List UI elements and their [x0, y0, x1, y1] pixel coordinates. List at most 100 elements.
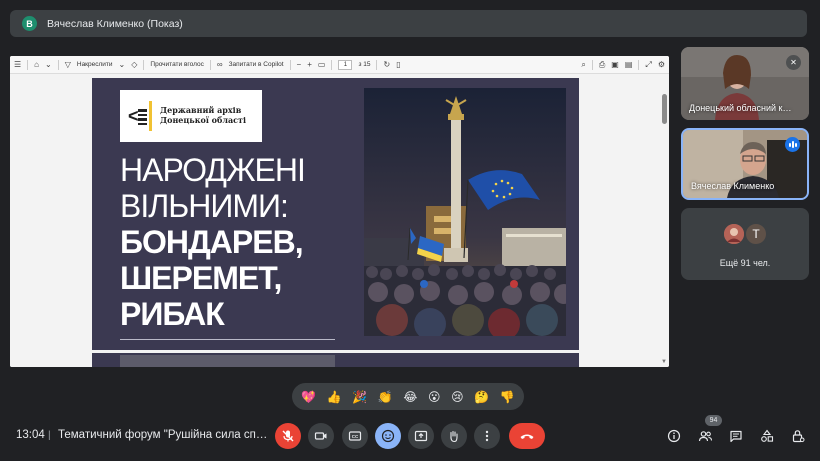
copilot-icon[interactable]: ∞ — [217, 60, 223, 69]
draw-button[interactable]: Накреслити — [77, 61, 113, 68]
toolbar-divider — [638, 59, 640, 70]
info-separator: | — [48, 430, 51, 441]
pdf-scrollbar[interactable] — [662, 94, 667, 124]
archive-logo: < Державний архів Донецької області — [120, 90, 262, 142]
zoom-out-button[interactable]: − — [297, 60, 302, 69]
highlight-icon[interactable]: ⌂ — [34, 60, 39, 69]
archive-logo-icon: < — [128, 99, 152, 133]
speaking-indicator-icon — [785, 137, 800, 152]
avatar-photo-icon — [724, 224, 744, 244]
slide-title-line: НАРОДЖЕНІ — [120, 152, 306, 188]
meeting-title[interactable]: Тематичний форум "Рушійна сила спрот… — [58, 429, 268, 441]
mic-off-icon — [282, 430, 294, 442]
logo-line-2: Донецької області — [160, 115, 247, 125]
slide-divider — [120, 339, 335, 340]
more-participants-label: Ещё 91 чел. — [719, 258, 771, 268]
toolbar-divider — [27, 59, 29, 70]
host-controls-button[interactable] — [789, 427, 807, 445]
captions-button[interactable]: CC — [342, 423, 368, 449]
info-icon — [667, 429, 681, 443]
archive-logo-text: Державний архів Донецької області — [160, 106, 246, 125]
slide-title-line: БОНДАРЕВ, — [120, 224, 304, 260]
toolbar-divider — [331, 59, 333, 70]
draw-icon[interactable]: ▽ — [65, 60, 71, 69]
reactions-bar: 💖 👍 🎉 👏 😂 😮 😢 🤔 👎 — [292, 383, 524, 410]
activities-button[interactable] — [758, 427, 776, 445]
pdf-page-next — [92, 353, 579, 367]
more-options-button[interactable] — [474, 423, 500, 449]
scroll-down-icon[interactable]: ▼ — [661, 359, 667, 365]
reaction-thumbs-up-button[interactable]: 👍 — [327, 391, 342, 403]
meeting-details-button[interactable] — [665, 427, 683, 445]
participant-name: Донецький обласний к… — [689, 103, 792, 113]
page-total: з 15 — [358, 61, 371, 68]
participant-name: Вячеслав Клименко — [691, 181, 775, 191]
rotate-icon[interactable]: ↻ — [383, 60, 390, 69]
reaction-thumbs-down-button[interactable]: 👎 — [500, 391, 515, 403]
chevron-down-icon[interactable]: ⌄ — [45, 60, 52, 69]
more-participants-tile[interactable]: Т Ещё 91 чел. — [681, 208, 809, 280]
present-screen-button[interactable] — [408, 423, 434, 449]
leave-call-button[interactable] — [509, 423, 545, 449]
captions-icon: CC — [348, 431, 362, 441]
slide-title: НАРОДЖЕНІ ВІЛЬНИМИ: БОНДАРЕВ, ШЕРЕМЕТ, Р… — [120, 152, 306, 334]
page-view-icon[interactable]: ▯ — [396, 60, 400, 69]
toolbar-divider — [376, 59, 378, 70]
settings-gear-icon[interactable]: ⚙ — [658, 60, 665, 69]
participant-count-badge: 94 — [705, 415, 722, 426]
pdf-document-area[interactable]: < Державний архів Донецької області НАРО… — [10, 74, 669, 367]
raise-hand-button[interactable] — [441, 423, 467, 449]
microphone-toggle-button[interactable] — [275, 423, 301, 449]
activities-icon — [761, 429, 774, 442]
reaction-party-button[interactable]: 🎉 — [352, 391, 367, 403]
print-icon[interactable]: ⎙ — [599, 60, 605, 69]
chat-icon — [730, 430, 742, 443]
presenter-bar: В Вячеслав Клименко (Показ) — [10, 10, 807, 37]
camera-toggle-button[interactable] — [308, 423, 334, 449]
chevron-down-icon[interactable]: ⌄ — [119, 60, 126, 69]
hand-icon — [450, 430, 458, 443]
slide-title-line: ШЕРЕМЕТ, — [120, 260, 282, 296]
reaction-clap-button[interactable]: 👏 — [378, 391, 393, 403]
save-as-icon[interactable]: ▤ — [625, 60, 633, 69]
meeting-clock: 13:04 — [16, 429, 45, 441]
participant-tile[interactable]: Вячеслав Клименко — [681, 128, 809, 200]
people-icon — [698, 431, 712, 442]
participant-tile[interactable]: ✕ Донецький обласний к… — [681, 47, 809, 120]
toolbar-divider — [57, 59, 59, 70]
chat-button[interactable] — [727, 427, 745, 445]
people-button[interactable] — [696, 427, 714, 445]
contents-icon[interactable]: ☰ — [14, 60, 21, 69]
shared-screen: ☰ ⌂ ⌄ ▽ Накреслити ⌄ ◇ Прочитати вголос … — [10, 56, 669, 367]
reaction-sad-button[interactable]: 😢 — [451, 391, 464, 403]
fit-page-icon[interactable]: ▭ — [318, 60, 326, 69]
reaction-sparkling-heart-button[interactable]: 💖 — [301, 391, 316, 403]
lock-person-icon — [792, 430, 805, 443]
page-number-input[interactable]: 1 — [338, 59, 353, 70]
svg-text:CC: CC — [352, 434, 359, 439]
present-screen-icon — [414, 430, 428, 442]
toolbar-divider — [209, 59, 211, 70]
emoji-icon — [381, 429, 395, 443]
reaction-laugh-button[interactable]: 😂 — [403, 391, 417, 403]
camera-icon — [314, 432, 327, 440]
avatar: Т — [744, 222, 768, 246]
search-icon[interactable]: ⌕ — [581, 60, 585, 69]
emoji-reactions-button[interactable] — [375, 423, 401, 449]
pdf-page-slide: < Державний архів Донецької області НАРО… — [92, 78, 579, 350]
zoom-in-button[interactable]: + — [307, 60, 312, 69]
reaction-surprised-button[interactable]: 😮 — [428, 391, 441, 403]
fullscreen-icon[interactable]: ⤢ — [645, 60, 651, 69]
toolbar-divider — [289, 59, 291, 70]
slide-title-line: ВІЛЬНИМИ: — [120, 188, 289, 224]
save-icon[interactable]: ▣ — [611, 60, 619, 69]
presenter-label: Вячеслав Клименко (Показ) — [47, 17, 183, 30]
toolbar-divider — [591, 59, 593, 70]
mic-off-icon: ✕ — [786, 55, 801, 70]
slide-title-line: РИБАК — [120, 296, 225, 332]
copilot-button[interactable]: Запитати в Copilot — [229, 61, 284, 68]
reaction-thinking-button[interactable]: 🤔 — [474, 391, 489, 403]
eraser-icon[interactable]: ◇ — [131, 60, 137, 69]
read-aloud-button[interactable]: Прочитати вголос — [150, 61, 203, 68]
hang-up-icon — [520, 434, 534, 439]
